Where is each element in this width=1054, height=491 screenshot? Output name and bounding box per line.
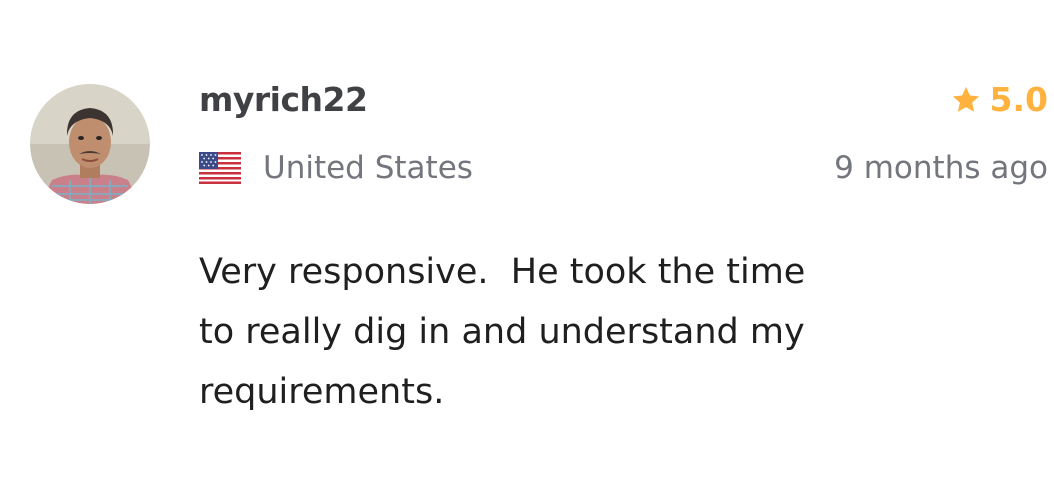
avatar-photo — [30, 84, 150, 204]
rating-value: 5.0 — [989, 80, 1048, 119]
review-text: Very responsive. He took the time to rea… — [199, 252, 806, 412]
us-flag-icon — [199, 152, 241, 184]
avatar[interactable] — [30, 84, 150, 204]
star-icon — [952, 86, 979, 112]
username[interactable]: myrich22 — [199, 80, 368, 119]
review-card: myrich22 5.0 United States 9 months ago … — [0, 0, 1054, 491]
rating: 5.0 — [950, 80, 1048, 119]
review-date: 9 months ago — [834, 150, 1048, 186]
country-name: United States — [263, 150, 473, 186]
country: United States — [199, 150, 473, 186]
